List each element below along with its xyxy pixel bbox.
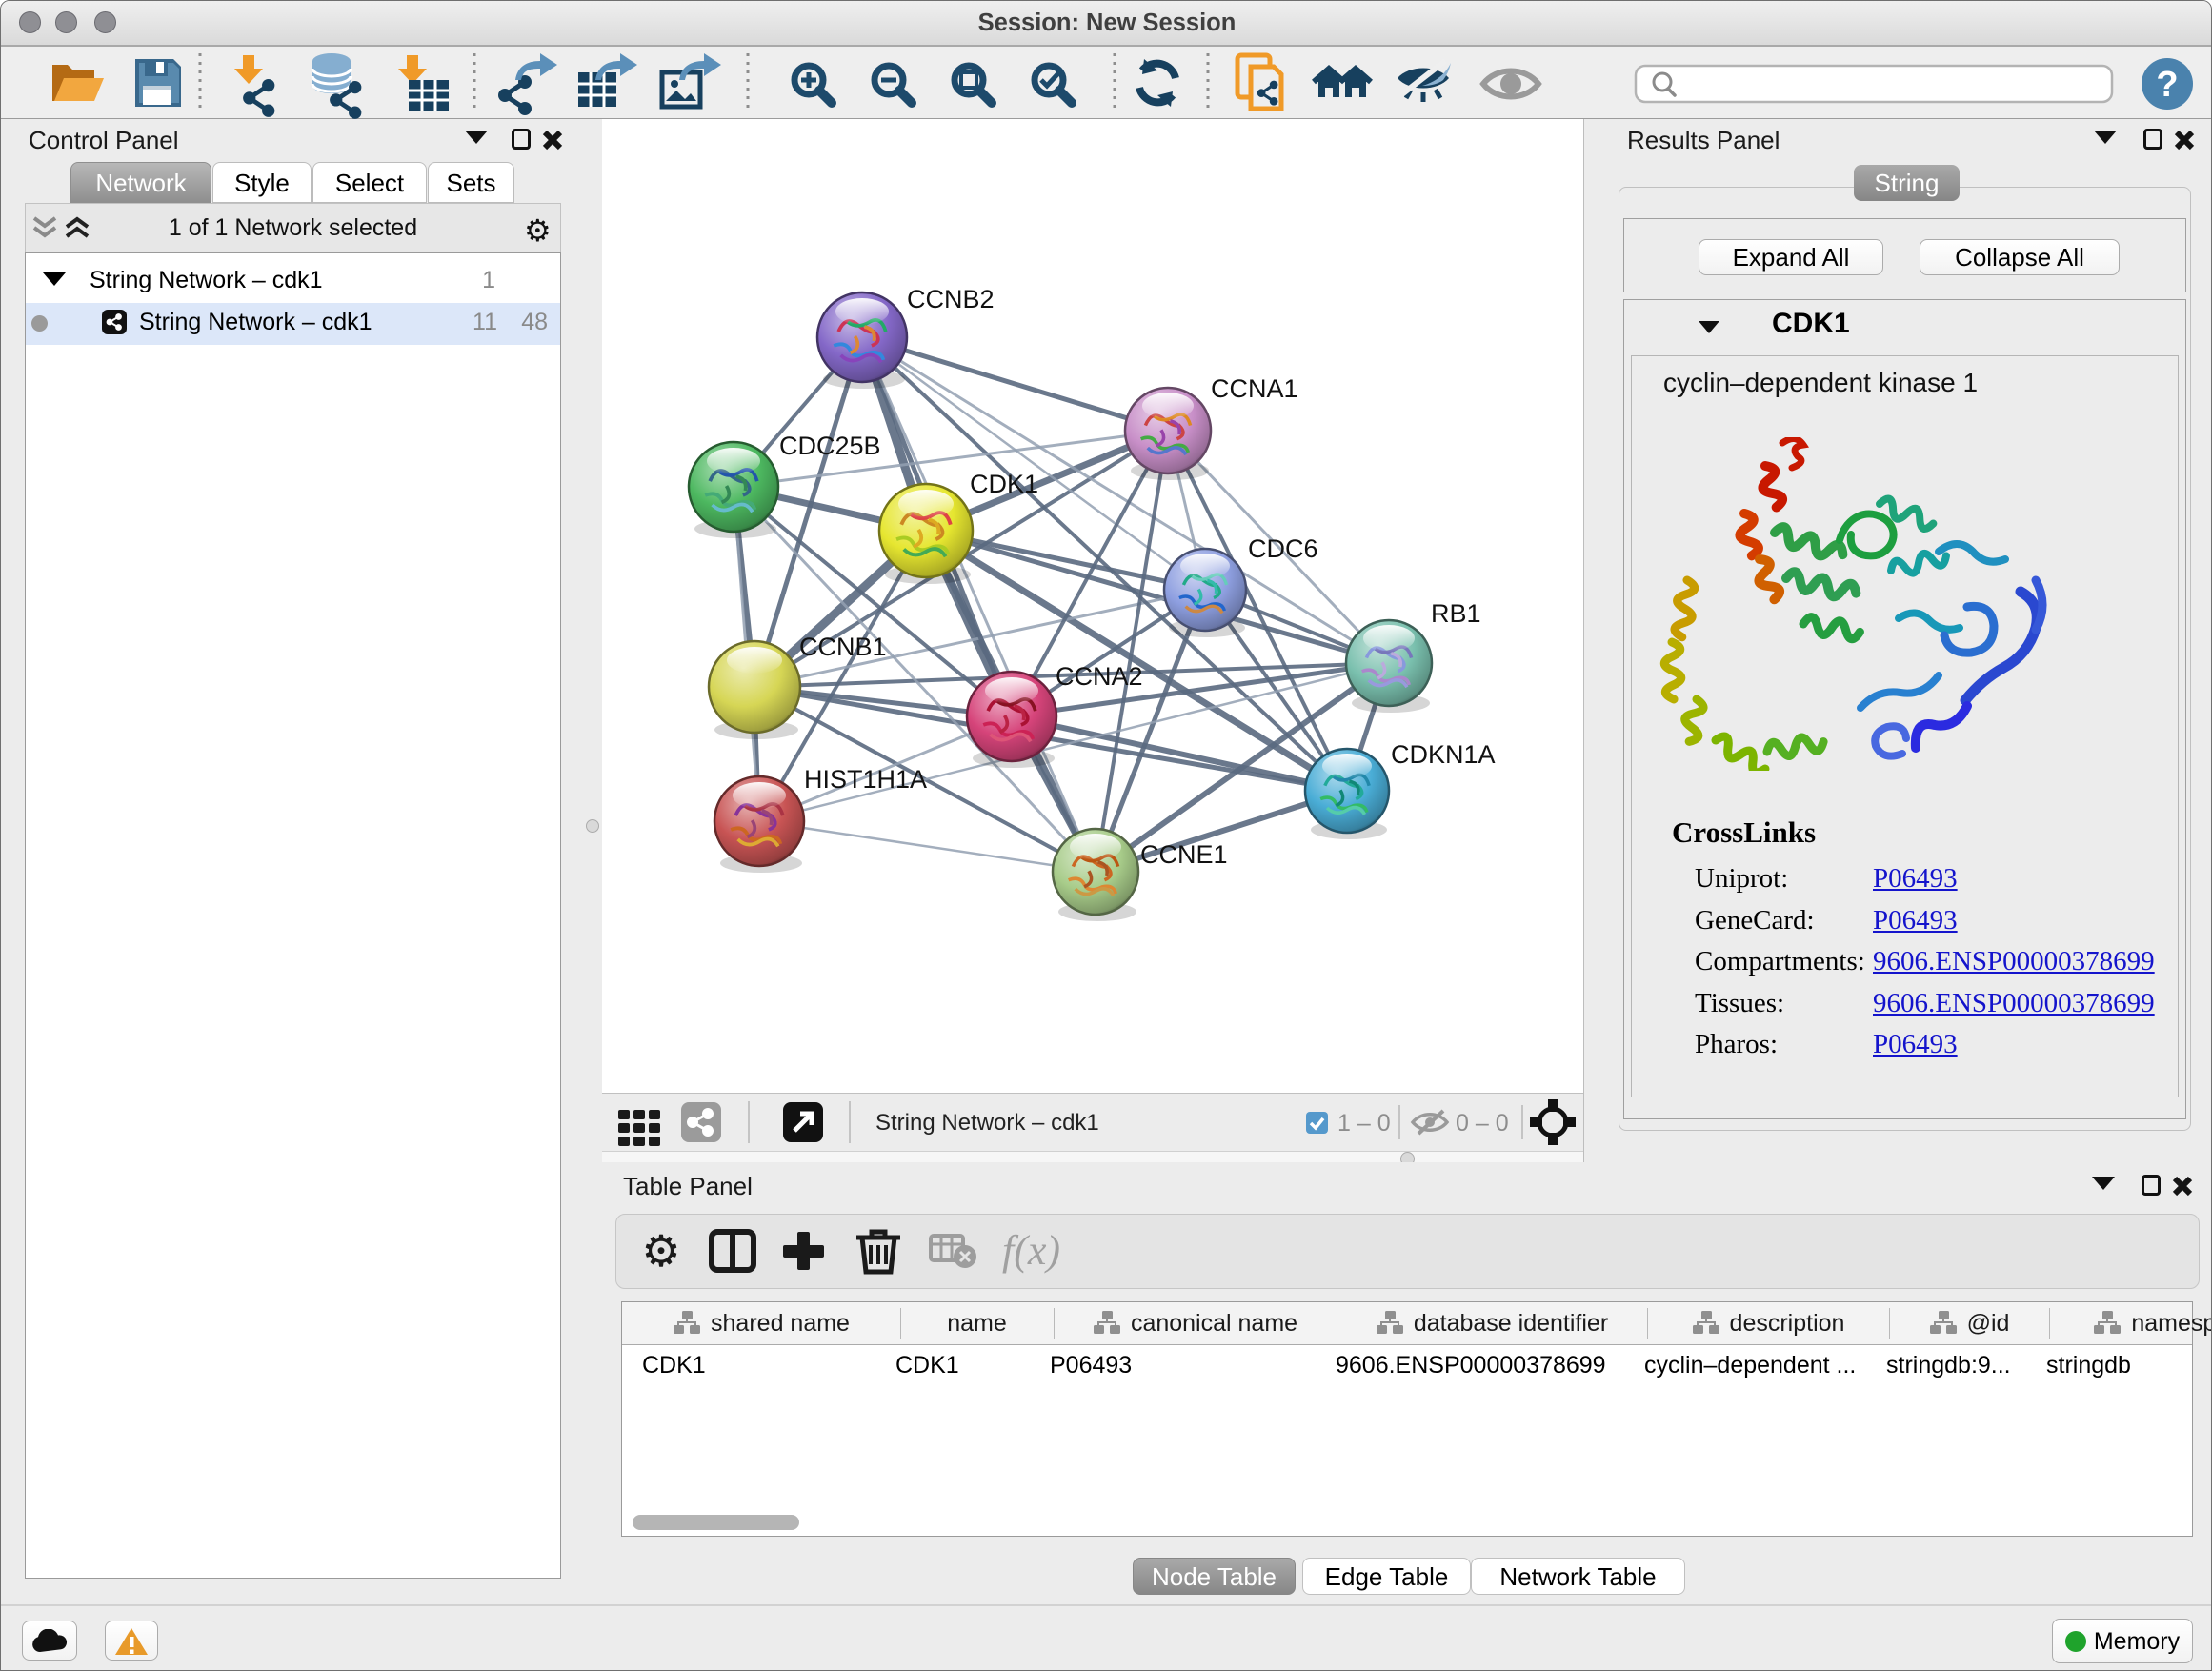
svg-text:CCNE1: CCNE1 <box>1140 840 1228 869</box>
svg-text:CDK1: CDK1 <box>970 470 1038 498</box>
svg-text:CCNB2: CCNB2 <box>907 285 995 313</box>
svg-text:?: ? <box>2156 65 2178 105</box>
svg-text:CCNA1: CCNA1 <box>1211 374 1298 403</box>
svg-text:0 – 0: 0 – 0 <box>1456 1110 1509 1137</box>
svg-text:f(x): f(x) <box>1002 1227 1060 1274</box>
svg-text:RB1: RB1 <box>1431 599 1481 628</box>
svg-text:⚙: ⚙ <box>641 1226 680 1276</box>
svg-text:1 – 0: 1 – 0 <box>1337 1110 1391 1137</box>
svg-text:String Network – cdk1: String Network – cdk1 <box>875 1110 1099 1136</box>
svg-text:HIST1H1A: HIST1H1A <box>804 765 927 794</box>
svg-text:CDKN1A: CDKN1A <box>1391 740 1496 769</box>
svg-text:CCNB1: CCNB1 <box>799 633 887 661</box>
svg-text:CDC25B: CDC25B <box>779 432 881 460</box>
svg-text:CCNA2: CCNA2 <box>1056 662 1143 691</box>
svg-text:CDC6: CDC6 <box>1248 534 1318 563</box>
